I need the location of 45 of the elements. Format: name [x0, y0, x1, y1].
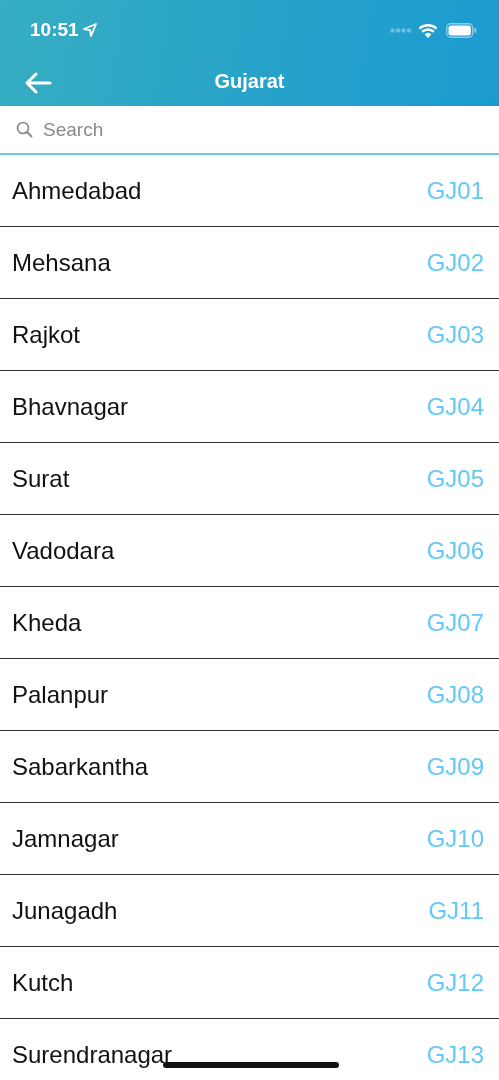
- district-row[interactable]: Jamnagar GJ10: [0, 803, 499, 875]
- district-name: Bhavnagar: [12, 392, 129, 421]
- district-row[interactable]: Palanpur GJ08: [0, 659, 499, 731]
- district-name: Jamnagar: [12, 824, 119, 853]
- district-code: GJ12: [426, 968, 484, 997]
- district-name: Ahmedabad: [12, 176, 142, 205]
- district-name: Surendranagar: [12, 1040, 173, 1069]
- district-name: Surat: [12, 464, 70, 493]
- district-row[interactable]: Rajkot GJ03: [0, 299, 499, 371]
- district-code: GJ05: [426, 464, 484, 493]
- district-name: Kutch: [12, 968, 74, 997]
- search-icon: [16, 121, 33, 138]
- district-row[interactable]: Ahmedabad GJ01: [0, 155, 499, 227]
- district-code: GJ10: [426, 824, 484, 853]
- district-code: GJ02: [426, 248, 484, 277]
- district-code: GJ09: [426, 752, 484, 781]
- district-row[interactable]: Kutch GJ12: [0, 947, 499, 1019]
- nav-title: Gujarat: [214, 69, 285, 93]
- district-code: GJ01: [426, 176, 484, 205]
- district-name: Kheda: [12, 608, 82, 637]
- district-name: Sabarkantha: [12, 752, 149, 781]
- district-name: Palanpur: [12, 680, 109, 709]
- wifi-icon: [418, 22, 438, 38]
- district-code: GJ13: [426, 1040, 484, 1069]
- battery-icon: [446, 22, 477, 38]
- district-name: Rajkot: [12, 320, 81, 349]
- district-row[interactable]: Sabarkantha GJ09: [0, 731, 499, 803]
- district-code: GJ03: [426, 320, 484, 349]
- status-time: 10:51: [30, 19, 79, 41]
- signal-icon: [390, 27, 412, 33]
- district-code: GJ06: [426, 536, 484, 565]
- district-row[interactable]: Junagadh GJ11: [0, 875, 499, 947]
- district-code: GJ11: [428, 896, 484, 925]
- district-row[interactable]: Surat GJ05: [0, 443, 499, 515]
- district-row[interactable]: Bhavnagar GJ04: [0, 371, 499, 443]
- district-name: Vadodara: [12, 536, 115, 565]
- district-name: Junagadh: [12, 896, 118, 925]
- district-name: Mehsana: [12, 248, 111, 277]
- district-row[interactable]: Mehsana GJ02: [0, 227, 499, 299]
- district-row[interactable]: Kheda GJ07: [0, 587, 499, 659]
- district-row[interactable]: Vadodara GJ06: [0, 515, 499, 587]
- district-code: GJ04: [426, 392, 484, 421]
- district-code: GJ08: [426, 680, 484, 709]
- district-code: GJ07: [426, 608, 484, 637]
- location-icon: [82, 23, 97, 37]
